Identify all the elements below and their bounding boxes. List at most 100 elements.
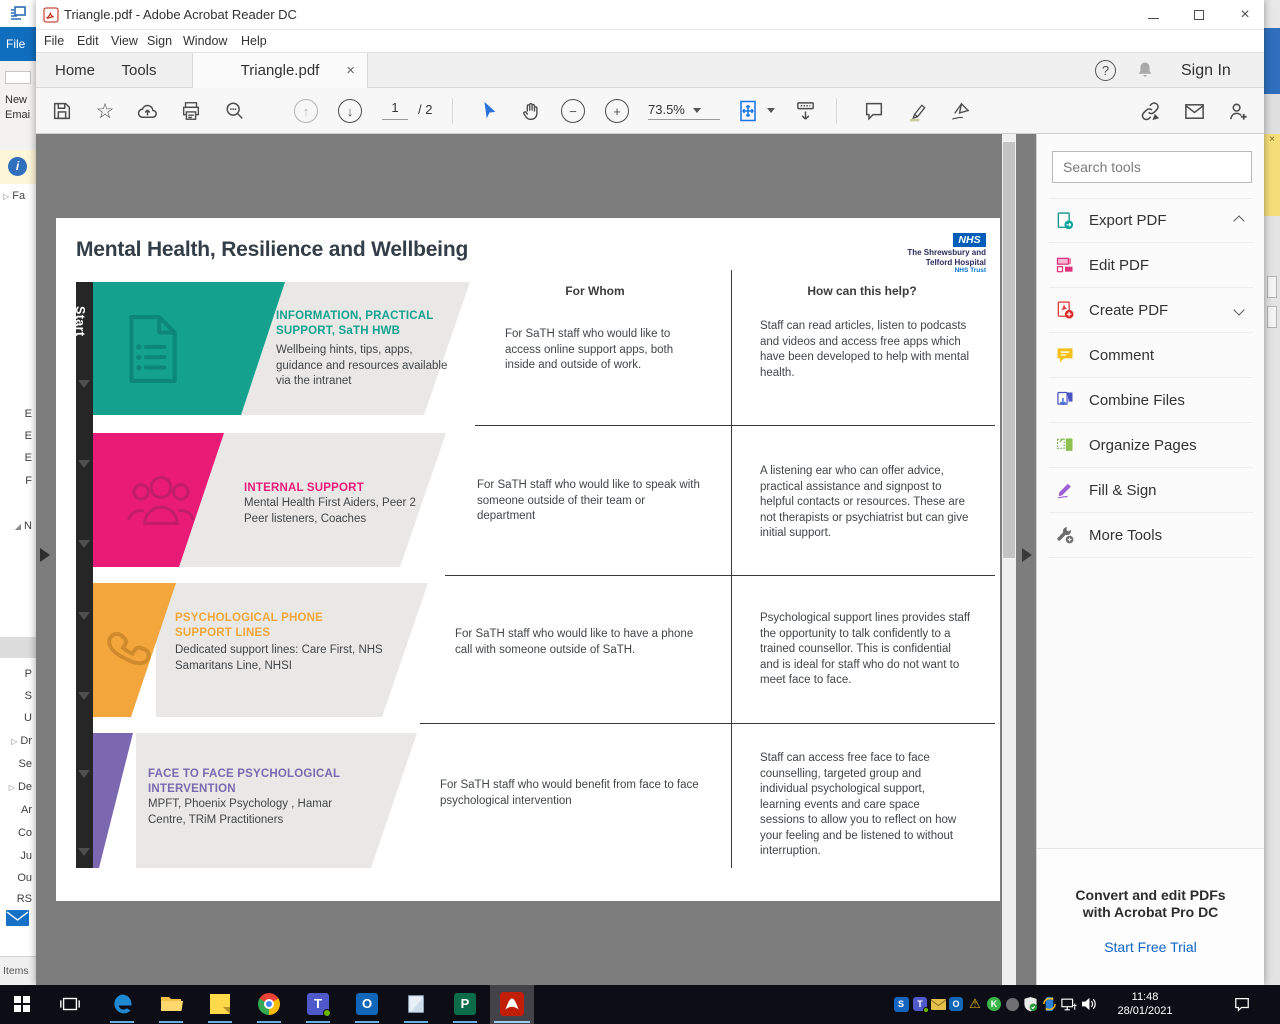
taskbar-edge[interactable] — [110, 992, 134, 1016]
menu-window[interactable]: Window — [183, 30, 227, 52]
outlook-favorites[interactable]: ▷ Fa — [3, 190, 25, 202]
outlook-file-tab[interactable]: File — [0, 27, 36, 61]
tray-network-icon[interactable] — [1061, 996, 1077, 1012]
taskbar-teams[interactable]: T — [306, 992, 331, 1017]
send-email-icon[interactable] — [1182, 99, 1206, 123]
collapse-panel-icon[interactable] — [1022, 548, 1032, 562]
outlook-selected-folder[interactable] — [0, 637, 36, 658]
taskbar-outlook[interactable]: O — [355, 992, 379, 1016]
tray-kaspersky-icon[interactable]: K — [986, 996, 1002, 1012]
outlook-folder-fragment[interactable]: E — [8, 408, 32, 420]
tray-mail-icon[interactable] — [930, 996, 946, 1012]
search-tools-input[interactable] — [1052, 151, 1252, 183]
scrolling-mode-icon[interactable] — [793, 99, 817, 123]
hand-pan-icon[interactable] — [519, 99, 543, 123]
tab-close-icon[interactable]: × — [346, 53, 355, 88]
tray-warning-icon[interactable]: ⚠ — [967, 996, 983, 1012]
menu-file[interactable]: File — [44, 30, 64, 52]
highlight-icon[interactable] — [905, 99, 929, 123]
menu-help[interactable]: Help — [241, 30, 267, 52]
comment-icon[interactable] — [862, 99, 886, 123]
outlook-folder-item[interactable]: Ar — [4, 804, 32, 816]
panel-tool-more-tools[interactable]: More Tools — [1049, 513, 1253, 558]
taskbar-file-explorer[interactable] — [159, 992, 183, 1016]
tab-tools[interactable]: Tools — [112, 53, 166, 88]
tray-background-app-icon[interactable] — [1004, 996, 1020, 1012]
sign-in-button[interactable]: Sign In — [1181, 53, 1231, 88]
add-person-icon[interactable] — [1226, 99, 1250, 123]
taskbar-clock[interactable]: 11:48 28/01/2021 — [1095, 990, 1195, 1018]
fit-page-icon[interactable] — [736, 99, 760, 123]
search-icon[interactable] — [223, 99, 247, 123]
print-icon[interactable] — [179, 99, 203, 123]
outlook-folder-fragment[interactable]: E — [8, 452, 32, 464]
outlook-folder-item[interactable]: RS — [4, 893, 32, 905]
outlook-folder-fragment[interactable]: ◢ N — [8, 520, 32, 532]
outlook-folder-item[interactable]: Ju — [4, 850, 32, 862]
vertical-scrollbar[interactable] — [1002, 134, 1016, 985]
expand-triangle-icon[interactable]: ▷ — [11, 737, 17, 746]
save-icon[interactable] — [50, 99, 74, 123]
expand-nav-pane-icon[interactable] — [40, 548, 50, 562]
select-cursor-icon[interactable] — [477, 99, 501, 123]
expand-triangle-icon[interactable]: ▷ — [9, 783, 15, 792]
taskbar-acrobat[interactable] — [500, 992, 524, 1016]
outlook-folder-item[interactable]: Co — [4, 827, 32, 839]
taskbar-sticky-notes[interactable] — [208, 992, 232, 1016]
action-center-icon[interactable] — [1234, 996, 1250, 1012]
page-number-input[interactable]: 1 — [382, 100, 408, 120]
notifications-bell-icon[interactable] — [1135, 60, 1155, 85]
maximize-button[interactable] — [1176, 0, 1222, 30]
outlook-folder-item[interactable]: P — [4, 668, 32, 680]
zoom-in-icon[interactable]: + — [605, 99, 629, 123]
expand-triangle-icon[interactable]: ▷ — [3, 192, 9, 201]
outlook-folder-item[interactable]: ▷ De — [4, 781, 32, 793]
tab-document[interactable]: Triangle.pdf × — [192, 53, 368, 88]
cloud-upload-icon[interactable] — [135, 99, 159, 123]
start-button[interactable] — [10, 992, 34, 1016]
tray-sync-icon[interactable] — [1041, 996, 1057, 1012]
taskbar-publisher[interactable]: P — [453, 992, 477, 1016]
chevron-down-icon[interactable] — [1233, 304, 1245, 316]
outlook-folder-fragment[interactable]: F — [8, 475, 32, 487]
vertical-scroll-thumb[interactable] — [1003, 142, 1015, 558]
tab-home[interactable]: Home — [50, 53, 100, 88]
panel-tool-combine-files[interactable]: Combine Files — [1049, 378, 1253, 423]
outlook-folder-fragment[interactable]: E — [8, 430, 32, 442]
menu-view[interactable]: View — [111, 30, 138, 52]
sign-pen-icon[interactable] — [948, 99, 972, 123]
next-page-icon[interactable]: ↓ — [338, 99, 362, 123]
tray-outlook-icon[interactable]: O — [948, 996, 964, 1012]
outlook-folder-item[interactable]: U — [4, 712, 32, 724]
minimize-button[interactable] — [1130, 0, 1176, 30]
chevron-down-icon[interactable] — [767, 108, 775, 113]
zoom-out-icon[interactable]: − — [561, 99, 585, 123]
panel-tool-create-pdf[interactable]: Create PDF — [1049, 288, 1253, 333]
chevron-up-icon[interactable] — [1233, 214, 1245, 227]
tray-windows-security-icon[interactable] — [1022, 996, 1038, 1012]
taskbar-notepad[interactable] — [404, 992, 428, 1016]
menu-sign[interactable]: Sign — [147, 30, 172, 52]
outlook-new-email-button[interactable]: New Emai — [5, 93, 35, 123]
zoom-level-dropdown[interactable]: 73.5% — [648, 100, 720, 120]
share-link-icon[interactable] — [1138, 99, 1162, 123]
panel-tool-organize-pages[interactable]: Organize Pages — [1049, 423, 1253, 468]
task-view-button[interactable] — [58, 992, 82, 1016]
start-free-trial-link[interactable]: Start Free Trial — [1104, 939, 1197, 955]
collapse-triangle-icon[interactable]: ◢ — [15, 522, 21, 531]
help-icon[interactable]: ? — [1095, 60, 1116, 81]
menu-edit[interactable]: Edit — [77, 30, 99, 52]
outlook-ribbon-button[interactable] — [5, 71, 31, 84]
tray-security-shield-icon[interactable]: S — [893, 996, 909, 1012]
outlook-folder-item[interactable]: ▷ Dr — [4, 735, 32, 747]
panel-tool-export-pdf[interactable]: Export PDF — [1049, 198, 1253, 243]
close-button[interactable]: × — [1222, 0, 1268, 30]
star-favorite-icon[interactable]: ☆ — [93, 99, 117, 123]
tray-teams-icon[interactable]: T — [912, 996, 929, 1013]
outlook-folder-item[interactable]: S — [4, 690, 32, 702]
panel-tool-fill-sign[interactable]: Fill & Sign — [1049, 468, 1253, 513]
taskbar-chrome[interactable] — [257, 992, 281, 1016]
panel-tool-edit-pdf[interactable]: Edit PDF — [1049, 243, 1253, 288]
outlook-folder-item[interactable]: Ou — [4, 872, 32, 884]
panel-tool-comment[interactable]: Comment — [1049, 333, 1253, 378]
